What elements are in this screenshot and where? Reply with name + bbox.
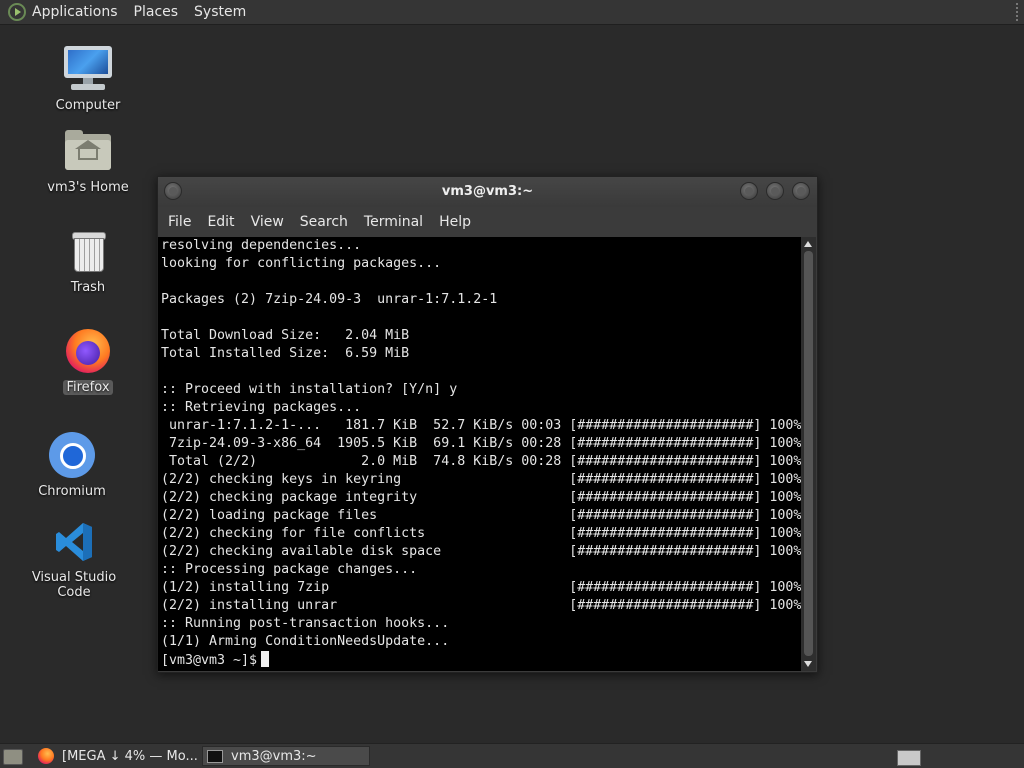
- minimize-button[interactable]: [740, 182, 758, 200]
- terminal-menubar: File Edit View Search Terminal Help: [158, 207, 817, 237]
- menu-system[interactable]: System: [194, 4, 246, 20]
- terminal-line: Total Download Size: 2.04 MiB: [161, 328, 410, 343]
- terminal-line: resolving dependencies...: [161, 238, 362, 253]
- firefox-icon: [63, 326, 113, 376]
- home-folder-icon: [63, 126, 113, 176]
- terminal-window[interactable]: vm3@vm3:~ File Edit View Search Terminal…: [157, 176, 818, 673]
- terminal-line: unrar-1:7.1.2-1-... 181.7 KiB 52.7 KiB/s…: [161, 418, 801, 433]
- text-cursor: [261, 651, 270, 667]
- terminal-line: (2/2) checking for file conflicts [#####…: [161, 526, 801, 541]
- desktop-icon-label: Computer: [55, 98, 121, 113]
- window-titlebar[interactable]: vm3@vm3:~: [158, 177, 817, 207]
- desktop-icon-trash[interactable]: Trash: [28, 226, 148, 295]
- distro-logo-icon[interactable]: [8, 3, 26, 21]
- desktop-icon-home[interactable]: vm3's Home: [28, 126, 148, 195]
- terminal-line: Packages (2) 7zip-24.09-3 unrar-1:7.1.2-…: [161, 292, 498, 307]
- desktop-icon-label: Visual Studio Code: [31, 570, 117, 600]
- terminal-line: looking for conflicting packages...: [161, 256, 442, 271]
- terminal-line: (2/2) checking available disk space [###…: [161, 544, 801, 559]
- top-panel: Applications Places System: [0, 0, 1024, 25]
- terminal-line: 7zip-24.09-3-x86_64 1905.5 KiB 69.1 KiB/…: [161, 436, 801, 451]
- desktop-icon-computer[interactable]: Computer: [28, 44, 148, 113]
- menu-applications[interactable]: Applications: [32, 4, 118, 20]
- taskbar-item-label: vm3@vm3:~: [231, 748, 317, 764]
- taskbar-item-terminal[interactable]: vm3@vm3:~: [202, 746, 370, 766]
- shell-prompt: [vm3@vm3 ~]$: [161, 653, 258, 668]
- show-desktop-icon[interactable]: [3, 749, 23, 765]
- terminal-line: (1/1) Arming ConditionNeedsUpdate...: [161, 634, 450, 649]
- desktop-icon-label: Trash: [70, 280, 106, 295]
- terminal-prompt-line: [vm3@vm3 ~]$: [161, 651, 801, 669]
- desktop-icon-firefox[interactable]: Firefox: [28, 326, 148, 395]
- computer-icon: [63, 44, 113, 94]
- desktop-icon-vscode[interactable]: Visual Studio Code: [14, 518, 134, 600]
- terminal-line: :: Retrieving packages...: [161, 400, 362, 415]
- menu-help[interactable]: Help: [439, 214, 471, 230]
- terminal-scrollbar[interactable]: [801, 237, 816, 671]
- chromium-icon: [47, 430, 97, 480]
- menu-places[interactable]: Places: [134, 4, 179, 20]
- scroll-down-arrow-icon[interactable]: [804, 661, 812, 667]
- taskbar-item-label: [MEGA ↓ 4% — Mo...: [62, 748, 198, 764]
- terminal-line: Total Installed Size: 6.59 MiB: [161, 346, 410, 361]
- desktop-icon-label: Chromium: [38, 484, 106, 499]
- desktop-icon-chromium[interactable]: Chromium: [12, 430, 132, 499]
- close-button[interactable]: [792, 182, 810, 200]
- terminal-line: (2/2) checking keys in keyring [########…: [161, 472, 801, 487]
- terminal-line: :: Running post-transaction hooks...: [161, 616, 450, 631]
- menu-file[interactable]: File: [168, 214, 191, 230]
- scroll-thumb[interactable]: [804, 251, 813, 656]
- window-title: vm3@vm3:~: [441, 184, 534, 199]
- menu-edit[interactable]: Edit: [207, 214, 234, 230]
- terminal-output[interactable]: resolving dependencies... looking for con…: [158, 237, 801, 671]
- maximize-button[interactable]: [766, 182, 784, 200]
- bottom-panel: [MEGA ↓ 4% — Mo... vm3@vm3:~: [0, 743, 1024, 768]
- vscode-icon: [49, 518, 99, 568]
- workspace-switcher[interactable]: [897, 750, 921, 766]
- terminal-icon: [207, 749, 223, 763]
- terminal-line: (2/2) checking package integrity [######…: [161, 490, 801, 505]
- desktop-icon-label: vm3's Home: [47, 180, 129, 195]
- menu-terminal[interactable]: Terminal: [364, 214, 423, 230]
- firefox-icon: [38, 748, 54, 764]
- desktop-icon-label: Firefox: [63, 380, 113, 395]
- menu-search[interactable]: Search: [300, 214, 348, 230]
- scroll-up-arrow-icon[interactable]: [804, 241, 812, 247]
- terminal-line: Total (2/2) 2.0 MiB 74.8 KiB/s 00:28 [##…: [161, 454, 801, 469]
- terminal-line: (2/2) loading package files [###########…: [161, 508, 801, 523]
- terminal-line: (1/2) installing 7zip [#################…: [161, 580, 801, 595]
- trash-icon: [63, 226, 113, 276]
- terminal-text: resolving dependencies... looking for con…: [158, 237, 801, 669]
- taskbar-item-firefox[interactable]: [MEGA ↓ 4% — Mo...: [34, 746, 198, 766]
- menu-view[interactable]: View: [251, 214, 284, 230]
- terminal-line: (2/2) installing unrar [################…: [161, 598, 801, 613]
- terminal-line: :: Proceed with installation? [Y/n] y: [161, 382, 458, 397]
- terminal-line: :: Processing package changes...: [161, 562, 418, 577]
- panel-handle[interactable]: [1016, 3, 1022, 21]
